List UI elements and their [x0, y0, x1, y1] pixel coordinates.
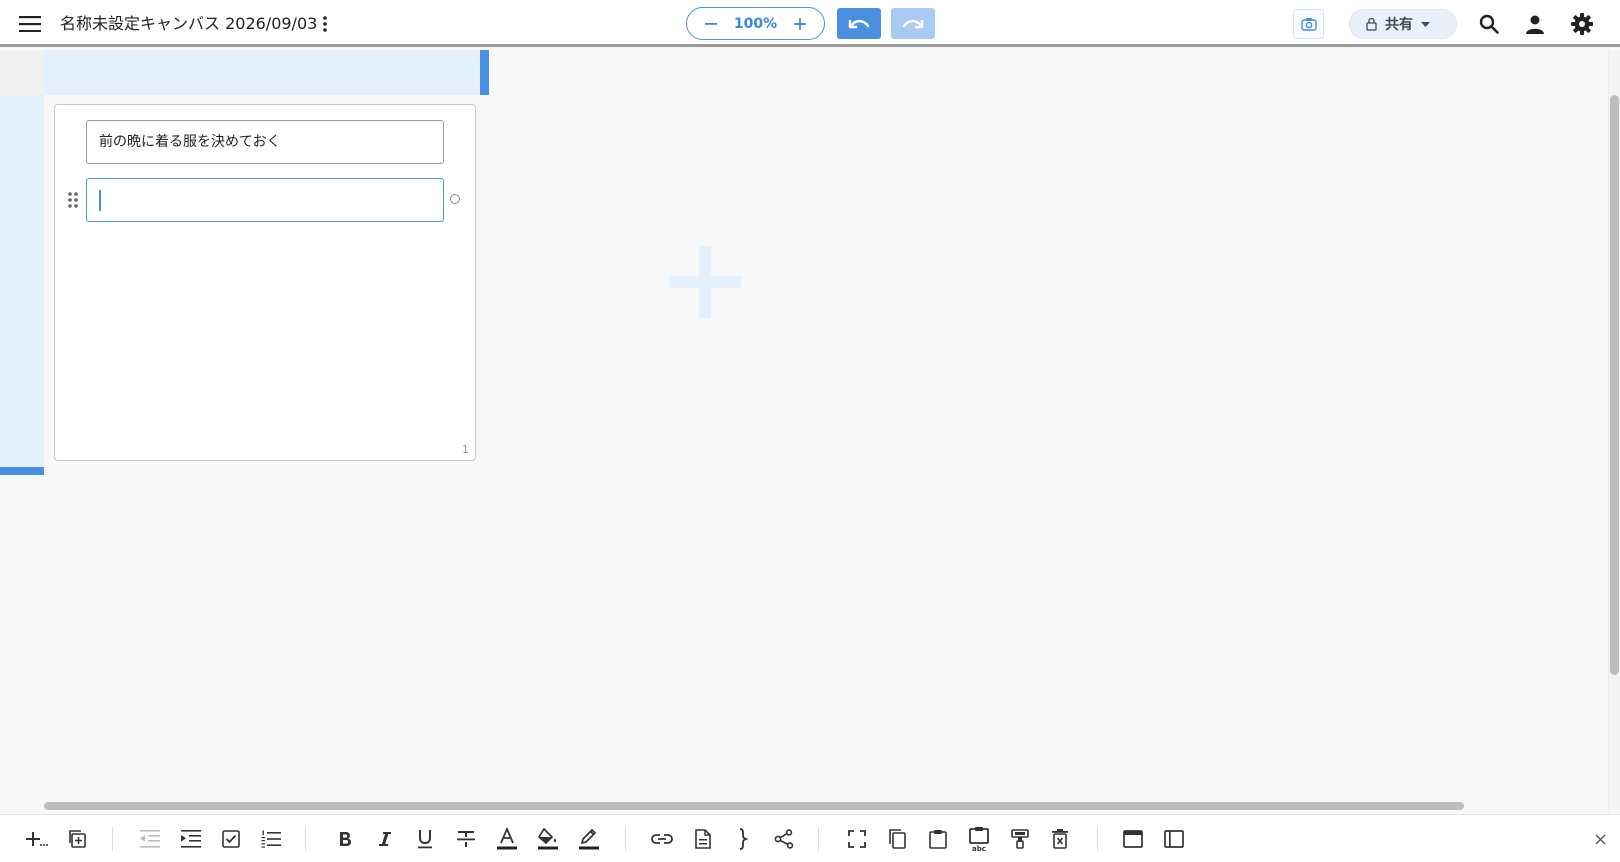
- format-painter-icon[interactable]: [1006, 825, 1034, 853]
- horizontal-scrollbar[interactable]: [44, 802, 1464, 810]
- copy-icon[interactable]: [883, 825, 911, 853]
- paste-icon[interactable]: [924, 825, 952, 853]
- sidebar-icon[interactable]: [1160, 825, 1188, 853]
- strikethrough-icon[interactable]: [452, 825, 480, 853]
- zoom-level[interactable]: 100%: [734, 16, 777, 32]
- text-cursor: [99, 190, 101, 211]
- connector-icon[interactable]: [770, 825, 798, 853]
- redo-button[interactable]: [891, 8, 935, 39]
- search-icon[interactable]: [1476, 0, 1502, 47]
- toolbar-separator: [305, 827, 306, 851]
- row-header-band[interactable]: [0, 95, 44, 467]
- zoom-control: 100%: [686, 7, 825, 40]
- fit-screen-icon[interactable]: [843, 825, 871, 853]
- circle-icon[interactable]: [450, 194, 460, 204]
- fill-color-icon[interactable]: [534, 825, 562, 853]
- camera-icon: [1300, 18, 1317, 31]
- duplicate-icon[interactable]: [63, 825, 91, 853]
- window-icon[interactable]: [1119, 825, 1147, 853]
- card-page-number: 1: [462, 443, 469, 456]
- undo-button[interactable]: [837, 8, 881, 39]
- numbered-list-icon[interactable]: [257, 825, 285, 853]
- corner-gutter: [0, 50, 44, 95]
- redo-icon: [902, 19, 924, 28]
- drag-handle-icon[interactable]: [67, 191, 79, 209]
- toolbar-separator: [818, 827, 819, 851]
- svg-text:abc: abc: [972, 845, 986, 852]
- screenshot-button[interactable]: [1293, 9, 1324, 39]
- zoom-out-button[interactable]: [701, 14, 721, 34]
- indent-icon[interactable]: [177, 825, 205, 853]
- add-card-plus-icon[interactable]: [669, 246, 741, 318]
- list-item-editing[interactable]: [86, 178, 444, 222]
- account-icon[interactable]: [1522, 0, 1548, 47]
- bottom-toolbar: abc: [0, 814, 1620, 862]
- more-vert-icon[interactable]: [316, 0, 334, 47]
- brace-icon[interactable]: [729, 825, 757, 853]
- paste-text-icon[interactable]: abc: [965, 825, 993, 853]
- share-label: 共有: [1385, 17, 1413, 33]
- link-icon[interactable]: [648, 825, 676, 853]
- italic-icon[interactable]: [371, 825, 399, 853]
- column-resize-handle[interactable]: [480, 50, 489, 95]
- checkbox-icon[interactable]: [217, 825, 245, 853]
- toolbar-separator: [112, 827, 113, 851]
- settings-icon[interactable]: [1569, 0, 1595, 47]
- close-toolbar-icon[interactable]: [1586, 825, 1614, 853]
- outdent-icon[interactable]: [136, 825, 164, 853]
- delete-icon[interactable]: [1046, 825, 1074, 853]
- lock-icon: [1366, 17, 1377, 31]
- list-item[interactable]: 前の晩に着る服を決めておく: [86, 120, 444, 164]
- canvas-title[interactable]: 名称未設定キャンバス 2026/09/03: [60, 0, 317, 47]
- share-button[interactable]: 共有: [1349, 9, 1457, 39]
- caret-down-icon: [1421, 21, 1430, 27]
- bold-icon[interactable]: [331, 825, 359, 853]
- underline-icon[interactable]: [411, 825, 439, 853]
- top-bar: 名称未設定キャンバス 2026/09/03 100% 共有: [0, 0, 1620, 47]
- text-color-icon[interactable]: [493, 825, 521, 853]
- zoom-in-button[interactable]: [790, 14, 810, 34]
- add-item-icon[interactable]: [23, 825, 51, 853]
- list-card[interactable]: 前の晩に着る服を決めておく 1: [54, 104, 476, 461]
- vertical-scrollbar[interactable]: [1610, 95, 1619, 675]
- row-resize-handle[interactable]: [0, 467, 44, 475]
- undo-icon: [848, 19, 870, 28]
- toolbar-separator: [1097, 827, 1098, 851]
- document-icon[interactable]: [689, 825, 717, 853]
- highlight-pen-icon[interactable]: [575, 825, 603, 853]
- toolbar-separator: [625, 827, 626, 851]
- menu-icon[interactable]: [16, 0, 44, 47]
- column-header-band[interactable]: [44, 50, 480, 95]
